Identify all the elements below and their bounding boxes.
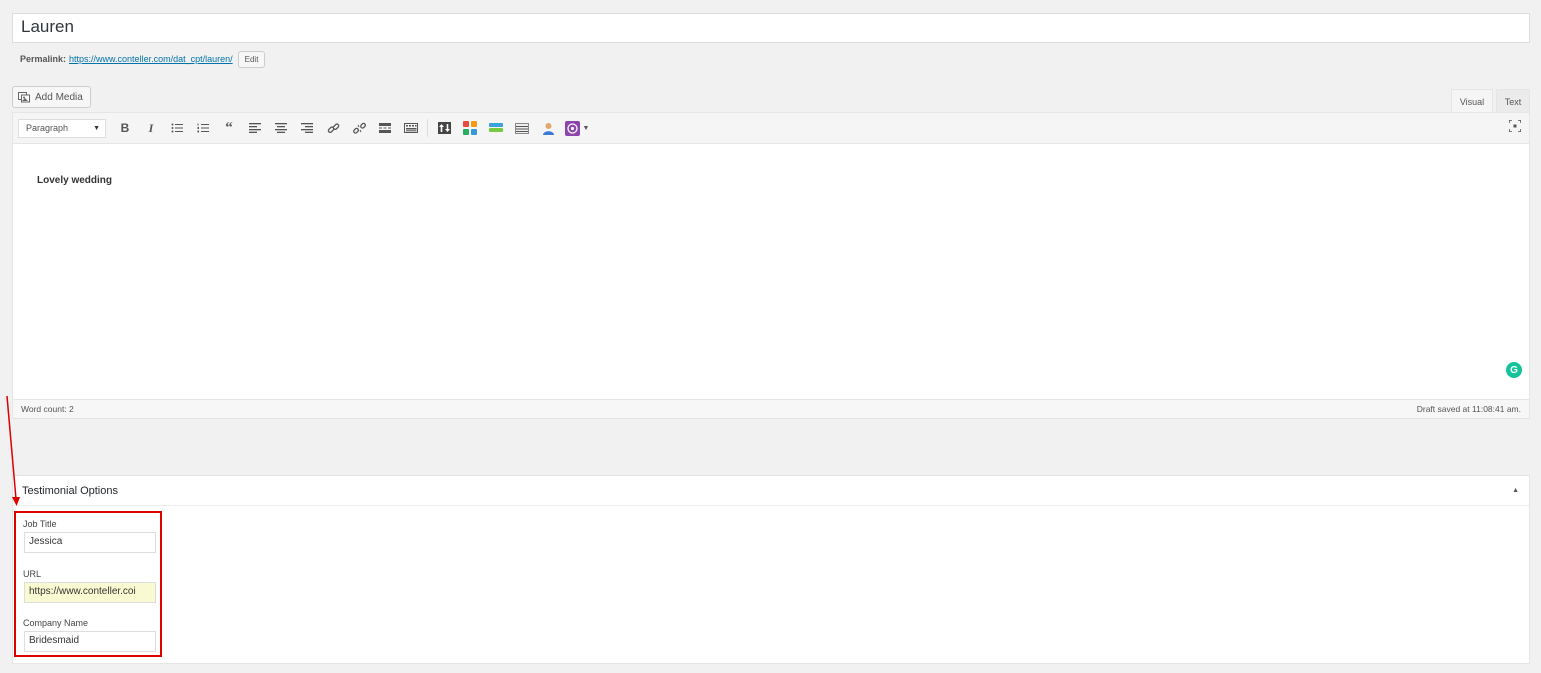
tab-visual[interactable]: Visual [1451,89,1493,113]
format-select-value: Paragraph [26,123,69,133]
shortcode-icon[interactable] [431,118,457,138]
testimonial-options-metabox: Testimonial Options ▲ Job Title Jessica … [12,475,1530,664]
dropdown-plugin-icon[interactable]: ▼ [561,118,593,138]
permalink-row: Permalink: https://www.conteller.com/dat… [20,50,266,68]
bold-icon[interactable]: B [112,118,138,138]
toolbar-separator [427,119,428,137]
metabox-title: Testimonial Options [22,484,118,497]
editor-content-area[interactable]: Lovely wedding G [13,144,1529,400]
toolbar-toggle-icon[interactable] [398,118,424,138]
align-left-icon[interactable] [242,118,268,138]
content-paragraph: Lovely wedding [37,175,113,186]
align-right-icon[interactable] [294,118,320,138]
add-media-label: Add Media [35,91,83,103]
tab-text[interactable]: Text [1496,89,1530,113]
grammarly-icon[interactable]: G [1506,362,1522,378]
numbered-list-icon[interactable] [190,118,216,138]
metabox-header[interactable]: Testimonial Options ▲ [13,476,1529,506]
annotation-arrow-icon [6,395,20,506]
format-select[interactable]: Paragraph ▼ [18,118,106,138]
draft-saved-status: Draft saved at 11:08:41 am. [1416,404,1521,414]
editor-toolbar: Paragraph ▼ B I “ ▼ [13,113,1529,144]
button-plugin-icon[interactable] [483,118,509,138]
align-center-icon[interactable] [268,118,294,138]
user-plugin-icon[interactable] [535,118,561,138]
annotation-highlight-box [14,511,162,657]
unlink-icon[interactable] [346,118,372,138]
fullscreen-icon[interactable] [1508,119,1522,135]
permalink-link[interactable]: https://www.conteller.com/dat_cpt/lauren… [69,54,233,64]
collapse-arrow-icon[interactable]: ▲ [1512,487,1519,494]
content-editor: Paragraph ▼ B I “ ▼ Lovely wedding G Wor… [12,112,1530,419]
link-icon[interactable] [320,118,346,138]
italic-icon[interactable]: I [138,118,164,138]
editor-status-bar: Word count: 2 Draft saved at 11:08:41 am… [13,399,1529,418]
bulleted-list-icon[interactable] [164,118,190,138]
permalink-edit-button[interactable]: Edit [237,50,266,68]
grid-plugin-icon[interactable] [457,118,483,138]
post-title-input[interactable]: Lauren [12,13,1530,43]
chevron-down-icon: ▼ [93,124,100,132]
read-more-icon[interactable] [372,118,398,138]
table-plugin-icon[interactable] [509,118,535,138]
blockquote-icon[interactable]: “ [216,118,242,138]
